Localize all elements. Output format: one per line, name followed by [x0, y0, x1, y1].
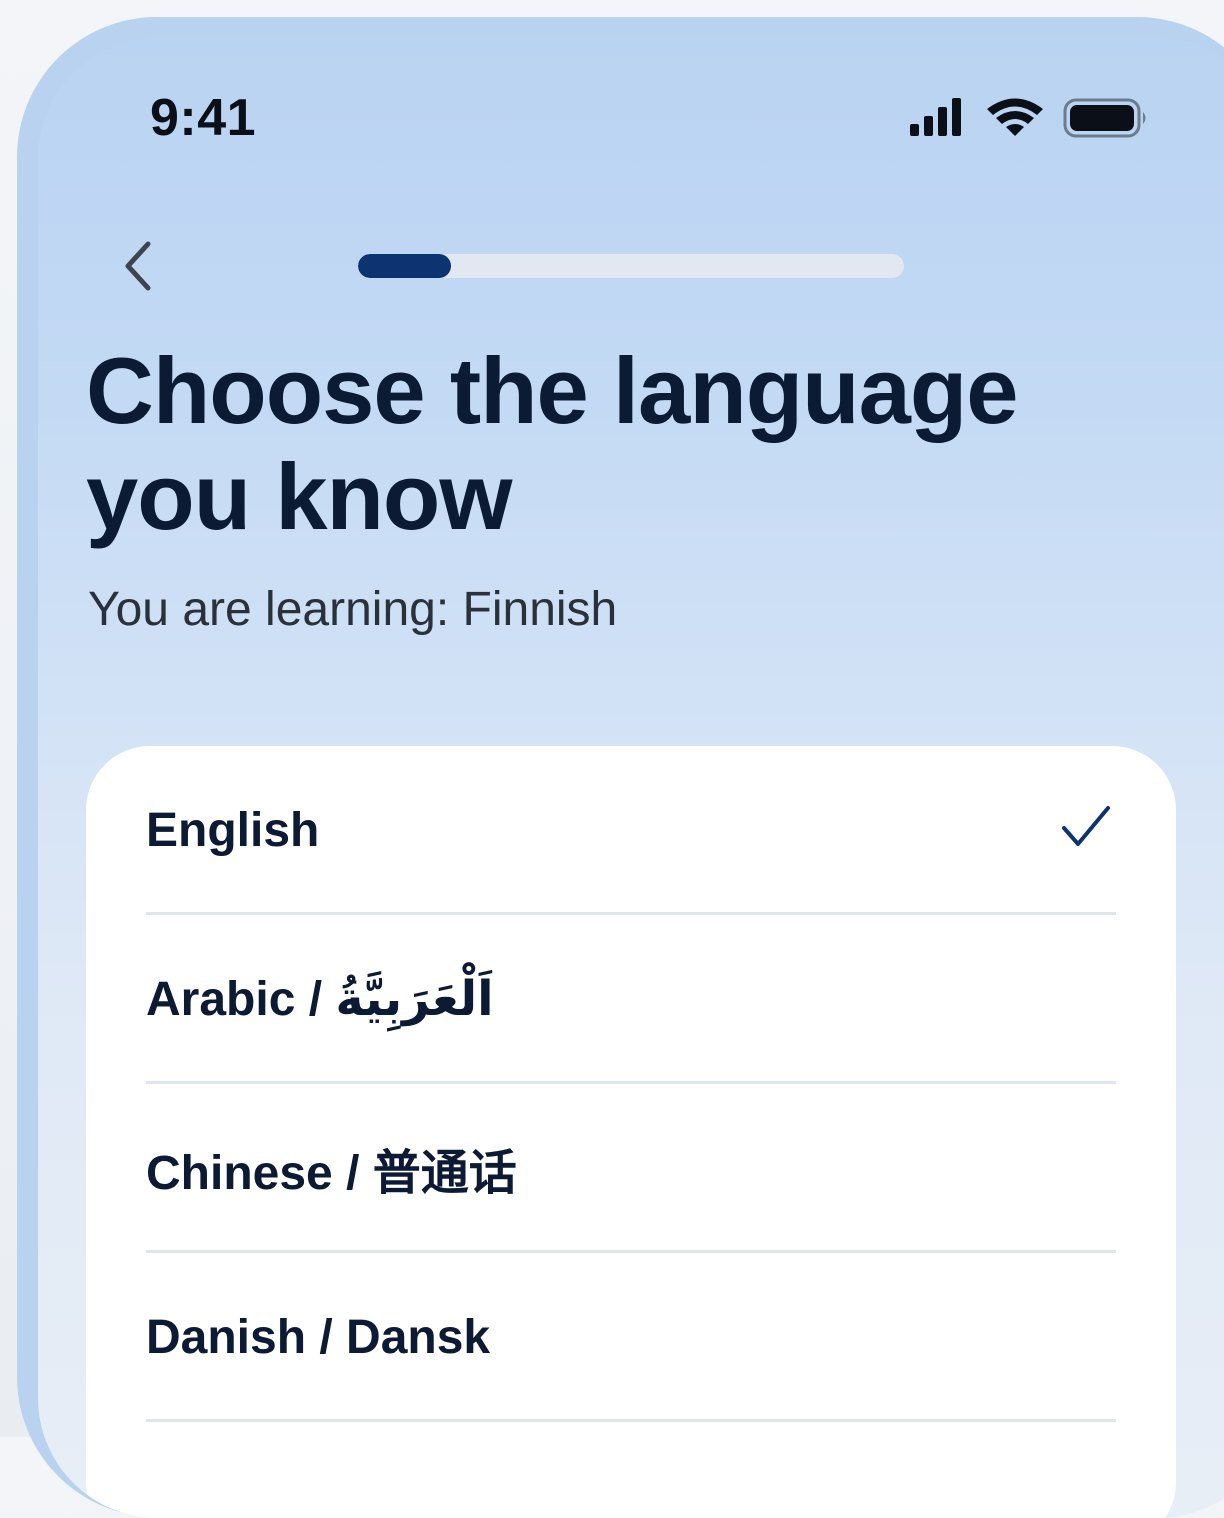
- wifi-icon: [987, 98, 1043, 136]
- language-option-label: English: [146, 803, 320, 857]
- status-icons: [908, 96, 1150, 140]
- language-list: English Arabic / اَلْعَرَبِيَّةُ Chinese…: [86, 746, 1176, 1518]
- language-option-danish[interactable]: Danish / Dansk: [146, 1253, 1116, 1421]
- page-title: Choose the language you know: [86, 338, 1019, 549]
- back-button[interactable]: [108, 234, 168, 298]
- progress-bar: [358, 254, 904, 278]
- status-time: 9:41: [150, 89, 257, 147]
- language-option-label: Arabic / اَلْعَرَبِيَّةُ: [146, 973, 494, 1026]
- chevron-left-icon: [125, 241, 151, 291]
- language-option-label: Chinese / 普通话: [146, 1147, 517, 1200]
- language-option-chinese[interactable]: Chinese / 普通话: [146, 1084, 1116, 1252]
- checkmark-icon: [1062, 806, 1110, 846]
- language-option-arabic[interactable]: Arabic / اَلْعَرَبِيَّةُ: [146, 915, 1116, 1083]
- progress-bar-fill: [358, 254, 451, 278]
- page-subtitle: You are learning: Finnish: [88, 583, 618, 636]
- divider: [146, 1419, 1116, 1422]
- language-option-english[interactable]: English: [146, 746, 1116, 914]
- language-option-label: Danish / Dansk: [146, 1310, 491, 1364]
- battery-icon: [1063, 98, 1146, 138]
- phone-screen: 9:41 Choose the language you know You ar…: [38, 38, 1224, 1518]
- cellular-signal-icon: [910, 98, 961, 136]
